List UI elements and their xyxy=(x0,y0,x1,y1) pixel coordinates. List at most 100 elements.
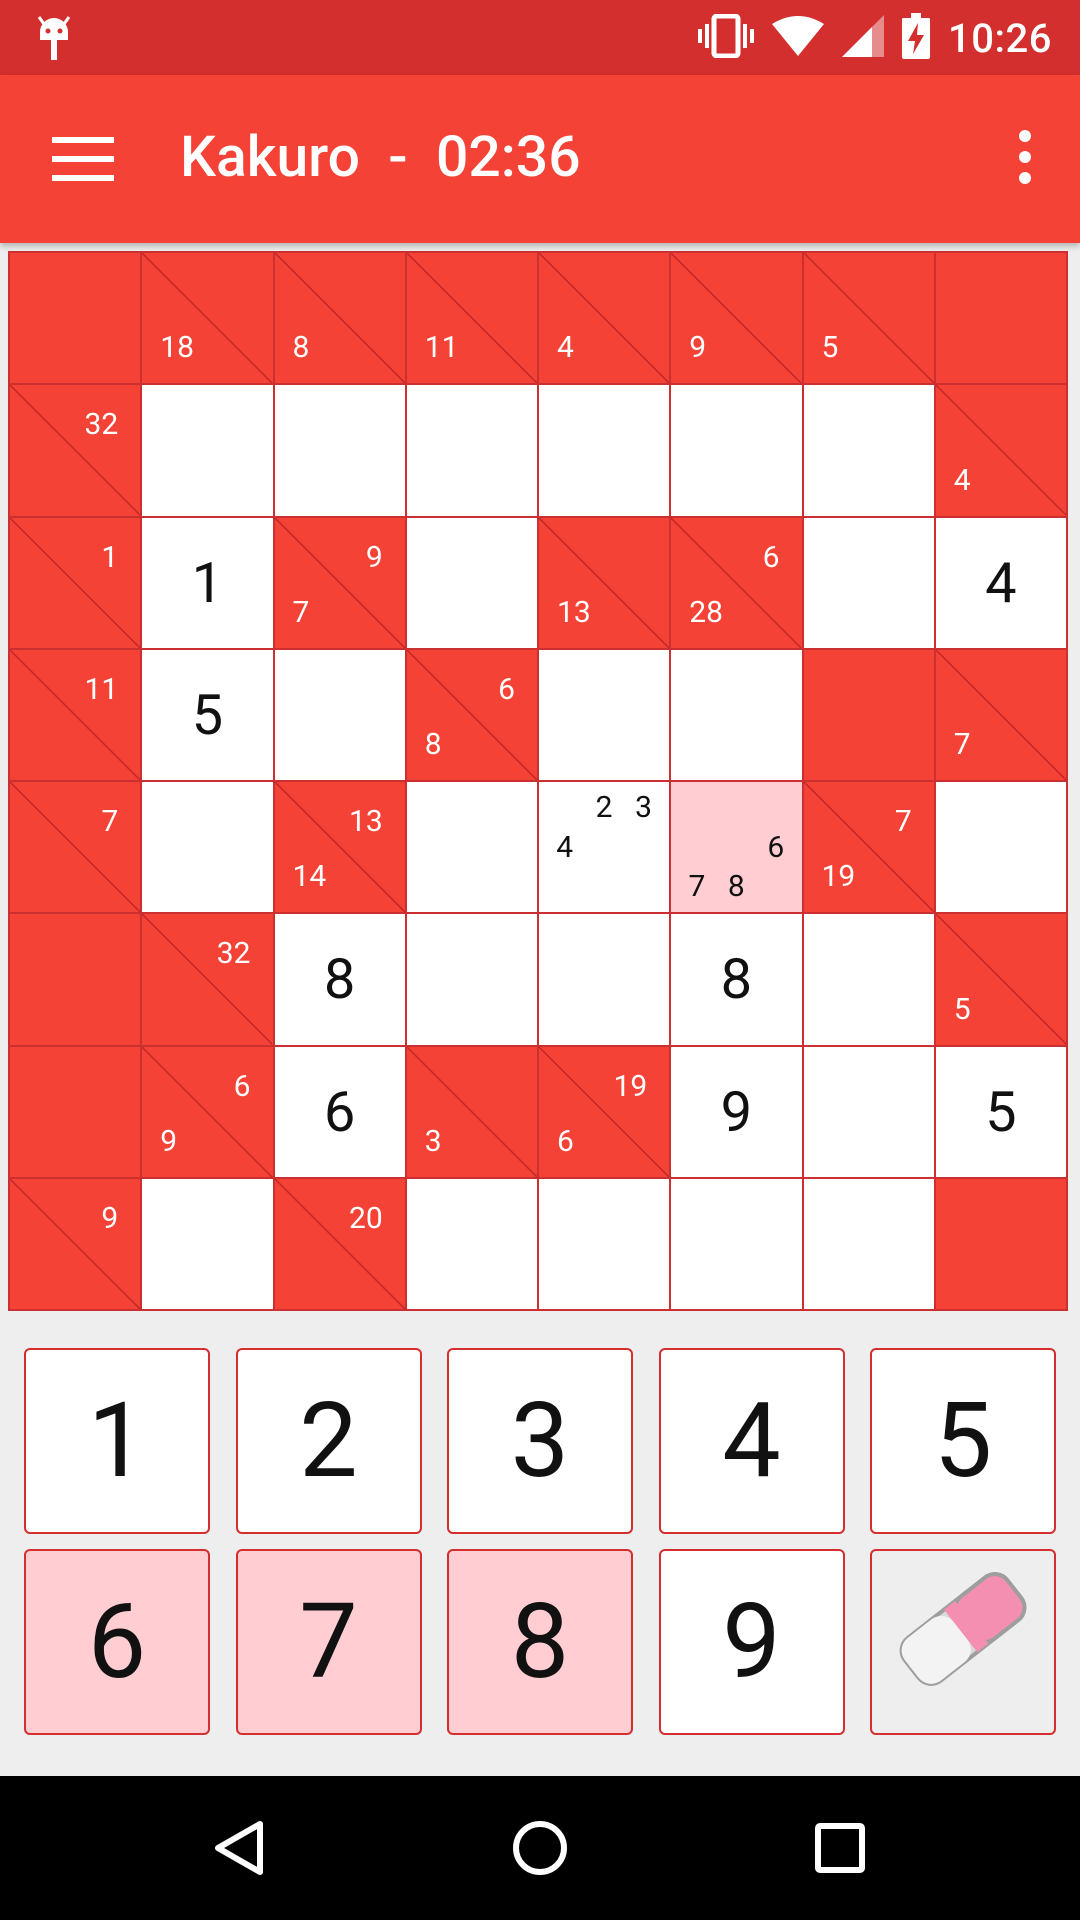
number-key-7[interactable]: 7 xyxy=(235,1549,422,1735)
entry-cell[interactable] xyxy=(935,782,1066,913)
cell-value: 6 xyxy=(323,1078,356,1145)
entry-cell[interactable] xyxy=(803,517,934,648)
across-clue: 11 xyxy=(84,671,119,707)
cell-signal-icon xyxy=(842,15,885,61)
entry-cell[interactable]: 8 xyxy=(274,914,405,1045)
down-clue: 7 xyxy=(292,594,310,630)
entry-cell[interactable] xyxy=(803,1046,934,1177)
entry-cell[interactable] xyxy=(671,649,802,780)
clue-cell: 5 xyxy=(935,914,1066,1045)
number-key-1[interactable]: 1 xyxy=(24,1348,210,1534)
entry-cell[interactable] xyxy=(406,782,537,913)
entry-cell[interactable] xyxy=(671,1178,802,1309)
entry-cell[interactable] xyxy=(539,649,670,780)
clue-diagonal xyxy=(10,517,141,648)
entry-cell[interactable]: 5 xyxy=(935,1046,1066,1177)
entry-cell[interactable] xyxy=(274,385,405,516)
entry-cell[interactable] xyxy=(406,914,537,1045)
pencil-note: 6 xyxy=(767,829,785,865)
entry-cell[interactable] xyxy=(406,385,537,516)
clue-cell: 68 xyxy=(406,649,537,780)
clue-cell: 11 xyxy=(10,649,141,780)
number-key-2[interactable]: 2 xyxy=(235,1348,422,1534)
entry-cell[interactable]: 8 xyxy=(671,914,802,1045)
entry-cell[interactable]: 23 4 xyxy=(539,782,670,913)
down-clue: 8 xyxy=(292,330,310,366)
across-clue: 1 xyxy=(101,539,119,575)
entry-cell[interactable] xyxy=(406,1178,537,1309)
down-clue: 4 xyxy=(557,330,574,366)
entry-cell[interactable] xyxy=(142,385,273,516)
number-key-3[interactable]: 3 xyxy=(447,1348,633,1534)
clue-cell: 32 xyxy=(142,914,273,1045)
cell-value: 1 xyxy=(191,549,224,616)
pencil-note xyxy=(677,788,716,827)
selected-cell[interactable]: 6 78 xyxy=(671,782,802,913)
cell-value: 8 xyxy=(720,946,753,1013)
more-vert-icon[interactable] xyxy=(1010,130,1040,190)
entry-cell[interactable] xyxy=(142,782,273,913)
across-clue: 20 xyxy=(349,1200,383,1236)
number-key-9[interactable]: 9 xyxy=(658,1549,845,1735)
entry-cell[interactable] xyxy=(803,914,934,1045)
back-icon[interactable] xyxy=(210,1818,270,1878)
entry-cell[interactable]: 5 xyxy=(142,649,273,780)
blocked-cell xyxy=(935,1178,1066,1309)
across-clue: 9 xyxy=(101,1200,119,1236)
clue-diagonal xyxy=(274,1178,405,1309)
down-clue: 9 xyxy=(160,1123,178,1159)
entry-cell[interactable]: 6 xyxy=(274,1046,405,1177)
wifi-icon xyxy=(772,16,825,60)
clue-cell: 4 xyxy=(539,253,670,384)
number-key-4[interactable]: 4 xyxy=(658,1348,845,1534)
pencil-notes: 23 4 xyxy=(545,788,663,906)
clue-cell: 69 xyxy=(142,1046,273,1177)
down-clue: 4 xyxy=(953,462,971,498)
blocked-cell xyxy=(803,649,934,780)
entry-cell[interactable] xyxy=(274,649,405,780)
clue-cell: 19 6 xyxy=(539,1046,670,1177)
clue-cell: 7 19 xyxy=(803,782,934,913)
entry-cell[interactable]: 4 xyxy=(935,517,1066,648)
entry-cell[interactable]: 9 xyxy=(671,1046,802,1177)
entry-cell[interactable] xyxy=(539,914,670,1045)
across-clue: 32 xyxy=(84,407,119,443)
entry-cell[interactable] xyxy=(803,1178,934,1309)
down-clue: 11 xyxy=(424,330,459,366)
entry-cell[interactable] xyxy=(803,385,934,516)
number-key-8[interactable]: 8 xyxy=(447,1549,633,1735)
down-clue: 19 xyxy=(821,859,856,895)
clue-cell: 1 xyxy=(10,517,141,648)
android-debug-icon xyxy=(36,14,72,66)
entry-cell[interactable] xyxy=(142,1178,273,1309)
blocked-cell xyxy=(10,1046,141,1177)
across-clue: 32 xyxy=(216,936,251,972)
menu-icon[interactable] xyxy=(52,137,114,181)
clue-cell: 5 xyxy=(803,253,934,384)
clue-cell: 11 xyxy=(406,253,537,384)
clue-cell: 18 xyxy=(142,253,273,384)
pencil-note xyxy=(584,867,623,906)
blocked-cell xyxy=(935,253,1066,384)
clue-cell: 4 xyxy=(935,385,1066,516)
home-icon[interactable] xyxy=(510,1818,570,1878)
recents-icon[interactable] xyxy=(810,1818,870,1878)
across-clue: 6 xyxy=(233,1068,251,1104)
across-clue: 13 xyxy=(349,804,383,839)
pencil-note: 7 xyxy=(688,869,706,905)
entry-cell[interactable] xyxy=(539,1178,670,1309)
entry-cell[interactable]: 1 xyxy=(142,517,273,648)
clue-cell: 7 xyxy=(935,649,1066,780)
kakuro-board: 18 8 11 4 9 5 32 4 1 1 9 7 13 6 28 4 11 5 6 8 7 7 13 14 2 3 4 6 7 8 7 1… xyxy=(8,251,1068,1311)
entry-cell[interactable] xyxy=(539,385,670,516)
number-key-5[interactable]: 5 xyxy=(870,1348,1056,1534)
number-key-6[interactable]: 6 xyxy=(24,1549,210,1735)
pencil-note xyxy=(677,827,716,866)
entry-cell[interactable] xyxy=(671,385,802,516)
clue-cell: 6 28 xyxy=(671,517,802,648)
eraser-icon xyxy=(888,1554,1038,1730)
pencil-note: 8 xyxy=(727,869,745,905)
entry-cell[interactable] xyxy=(406,517,537,648)
eraser-button[interactable] xyxy=(870,1549,1056,1735)
pencil-note xyxy=(624,867,663,906)
